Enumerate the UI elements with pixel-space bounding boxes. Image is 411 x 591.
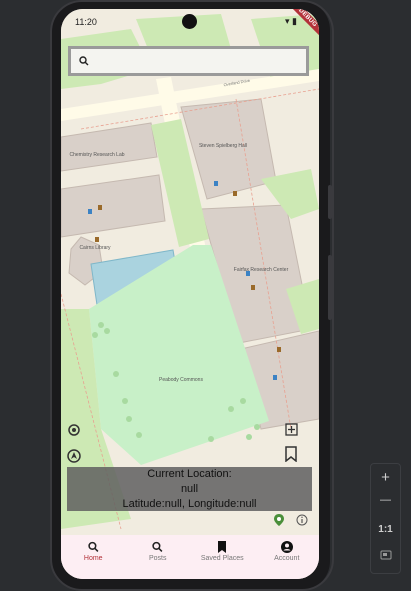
search-icon (152, 541, 163, 552)
emulator-toolbar: + — 1:1 (370, 463, 401, 574)
power-button (328, 185, 332, 219)
nav-home-label: Home (83, 555, 103, 562)
nav-posts[interactable]: Posts (126, 535, 191, 579)
map-label-cairns: Cairns Library (79, 245, 111, 251)
search-bar[interactable] (68, 46, 309, 76)
google-maps-icon[interactable] (273, 513, 285, 531)
current-location-panel: Current Location: null Latitude:null, Lo… (67, 467, 312, 511)
status-time: 11:20 (75, 17, 97, 27)
location-coordinates: Latitude:null, Longitude:null (122, 498, 257, 510)
location-title: Current Location: (147, 468, 232, 480)
status-bar: 11:20 ▾ ▮ DEBUG (61, 9, 319, 42)
locate-icon[interactable] (67, 423, 81, 442)
map-label-chemistry: Chemistry Research Lab (69, 152, 124, 158)
camera-cutout (182, 14, 197, 29)
add-place-icon[interactable] (285, 423, 298, 441)
bookmark-icon[interactable] (284, 446, 298, 467)
zoom-in-button[interactable]: + (371, 469, 400, 486)
nav-posts-label: Posts (148, 555, 167, 562)
wifi-battery-icon: ▾ ▮ (285, 16, 297, 26)
search-icon (79, 56, 89, 66)
account-icon (280, 541, 293, 553)
compass-icon[interactable] (67, 449, 81, 468)
location-value: null (180, 483, 199, 495)
search-icon (88, 541, 99, 552)
nav-account-label: Account (274, 555, 300, 562)
map-label-spielberg: Steven Spielberg Hall (199, 143, 247, 149)
map-label-peabody: Peabody Commons (159, 377, 203, 383)
bookmark-icon (218, 541, 227, 553)
nav-saved-places[interactable]: Saved Places (190, 535, 255, 579)
nav-home[interactable]: Home (61, 535, 126, 579)
info-icon[interactable] (296, 513, 308, 531)
volume-button (328, 255, 332, 320)
search-input[interactable] (95, 51, 304, 73)
bottom-nav: Home Posts Saved Places Account (61, 535, 319, 579)
map-label-fairfax: Fairfax Research Center (234, 267, 289, 273)
phone-screen: Chemistry Research Lab Steven Spielberg … (61, 9, 319, 579)
ratio-button[interactable]: 1:1 (371, 524, 400, 535)
zoom-out-button[interactable]: — (371, 494, 400, 506)
nav-account[interactable]: Account (255, 535, 320, 579)
nav-saved-places-label: Saved Places (200, 555, 244, 562)
screenshot-icon[interactable] (371, 548, 400, 565)
